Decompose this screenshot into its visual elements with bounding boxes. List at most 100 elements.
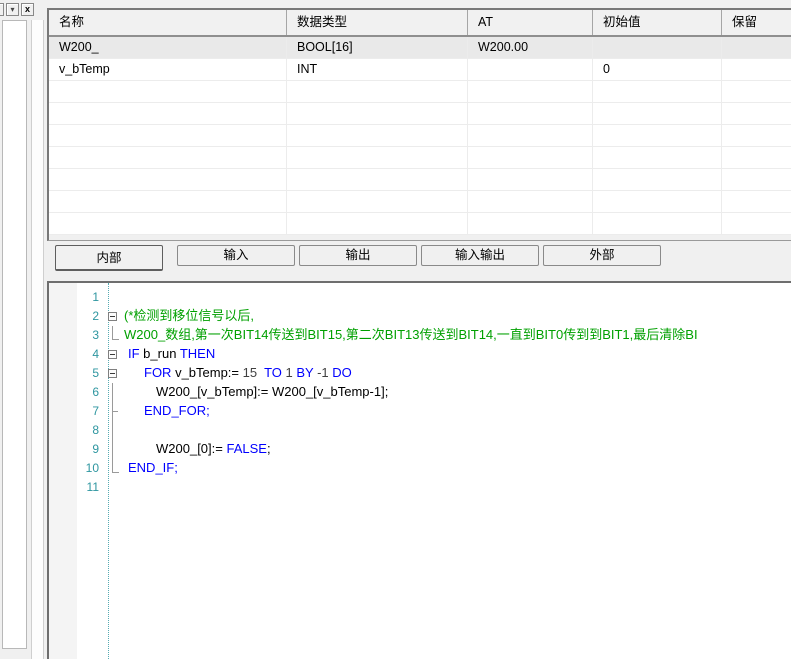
fold-margin (105, 307, 124, 326)
table-cell-type[interactable] (287, 103, 468, 125)
table-cell-init[interactable] (593, 213, 722, 235)
table-cell-at[interactable] (468, 103, 593, 125)
table-cell-name[interactable] (49, 103, 287, 125)
fold-collapse-icon[interactable] (108, 312, 117, 321)
fold-collapse-icon[interactable] (108, 369, 117, 378)
code-text[interactable]: IF b_run THEN (124, 345, 791, 364)
code-line[interactable]: 5FOR v_bTemp:= 15 TO 1 BY -1 DO (49, 364, 791, 383)
column-header-name[interactable]: 名称 (49, 10, 287, 35)
table-cell-init[interactable] (593, 37, 722, 59)
table-cell-init[interactable] (593, 169, 722, 191)
table-cell-init[interactable] (593, 103, 722, 125)
dropdown-arrow-icon[interactable]: ▾ (6, 3, 19, 16)
code-token-keyword: FALSE (226, 441, 266, 456)
table-cell-at[interactable]: W200.00 (468, 37, 593, 59)
code-line[interactable]: 6W200_[v_bTemp]:= W200_[v_bTemp-1]; (49, 383, 791, 402)
code-line[interactable]: 8 (49, 421, 791, 440)
table-row[interactable] (49, 103, 791, 125)
column-header-init[interactable]: 初始值 (593, 10, 722, 35)
code-text[interactable] (124, 288, 791, 307)
code-line[interactable]: 1 (49, 288, 791, 307)
table-cell-at[interactable] (468, 191, 593, 213)
code-token-keyword: FOR (144, 365, 175, 380)
column-header-retain[interactable]: 保留 (722, 10, 791, 35)
table-row[interactable] (49, 125, 791, 147)
table-row[interactable] (49, 169, 791, 191)
tab-section-3[interactable]: 输入输出 (421, 245, 539, 266)
table-cell-name[interactable] (49, 169, 287, 191)
code-line[interactable]: 2(*检测到移位信号以后, (49, 307, 791, 326)
code-line[interactable]: 11 (49, 478, 791, 497)
table-cell-at[interactable] (468, 169, 593, 191)
table-cell-at[interactable] (468, 81, 593, 103)
table-row[interactable]: v_bTempINT 0 (49, 59, 791, 81)
table-cell-at[interactable] (468, 213, 593, 235)
table-cell-at[interactable] (468, 125, 593, 147)
code-text[interactable]: W200_[v_bTemp]:= W200_[v_bTemp-1]; (124, 383, 791, 402)
table-cell-retain[interactable] (722, 103, 791, 125)
table-cell-retain[interactable] (722, 37, 791, 59)
table-cell-name[interactable] (49, 81, 287, 103)
table-cell-name[interactable] (49, 147, 287, 169)
code-text[interactable] (124, 421, 791, 440)
column-header-at[interactable]: AT (468, 10, 593, 35)
code-line[interactable]: 10END_IF; (49, 459, 791, 478)
table-cell-name[interactable]: v_bTemp (49, 59, 287, 81)
tab-section-0[interactable]: 内部 (55, 245, 163, 271)
code-line[interactable]: 3W200_数组,第一次BIT14传送到BIT15,第二次BIT13传送到BIT… (49, 326, 791, 345)
table-cell-type[interactable] (287, 81, 468, 103)
left-panel-scroll-track[interactable] (31, 20, 44, 659)
table-cell-type[interactable] (287, 125, 468, 147)
code-line[interactable]: 7END_FOR; (49, 402, 791, 421)
tab-section-2[interactable]: 输出 (299, 245, 417, 266)
table-cell-retain[interactable] (722, 125, 791, 147)
code-text[interactable] (124, 478, 791, 497)
table-row[interactable] (49, 81, 791, 103)
panel-pin-button[interactable] (0, 3, 4, 16)
table-cell-retain[interactable] (722, 81, 791, 103)
tab-section-4[interactable]: 外部 (543, 245, 661, 266)
table-cell-init[interactable]: 0 (593, 59, 722, 81)
table-cell-type[interactable] (287, 191, 468, 213)
table-cell-init[interactable] (593, 191, 722, 213)
table-cell-type[interactable]: BOOL[16] (287, 37, 468, 59)
code-line[interactable]: 9 W200_[0]:= FALSE; (49, 440, 791, 459)
table-cell-name[interactable] (49, 213, 287, 235)
table-cell-name[interactable] (49, 125, 287, 147)
column-header-type[interactable]: 数据类型 (287, 10, 468, 35)
table-cell-at[interactable] (468, 59, 593, 81)
table-cell-at[interactable] (468, 147, 593, 169)
st-code-editor[interactable]: 12(*检测到移位信号以后,3W200_数组,第一次BIT14传送到BIT15,… (47, 281, 791, 659)
table-cell-init[interactable] (593, 147, 722, 169)
table-cell-name[interactable] (49, 191, 287, 213)
code-token-plain: W200_[0]:= (156, 441, 226, 456)
table-cell-type[interactable]: INT (287, 59, 468, 81)
table-cell-retain[interactable] (722, 59, 791, 81)
line-number: 9 (49, 440, 105, 459)
table-cell-name[interactable]: W200_ (49, 37, 287, 59)
code-line[interactable]: 4IF b_run THEN (49, 345, 791, 364)
code-text[interactable]: W200_数组,第一次BIT14传送到BIT15,第二次BIT13传送到BIT1… (124, 326, 791, 345)
table-cell-retain[interactable] (722, 147, 791, 169)
tab-section-1[interactable]: 输入 (177, 245, 295, 266)
code-text[interactable]: FOR v_bTemp:= 15 TO 1 BY -1 DO (124, 364, 791, 383)
close-icon[interactable]: x (21, 3, 34, 16)
code-text[interactable]: END_IF; (124, 459, 791, 478)
code-text[interactable]: W200_[0]:= FALSE; (124, 440, 791, 459)
table-cell-retain[interactable] (722, 169, 791, 191)
table-row[interactable] (49, 213, 791, 235)
code-text[interactable]: (*检测到移位信号以后, (124, 307, 791, 326)
table-cell-init[interactable] (593, 125, 722, 147)
table-cell-retain[interactable] (722, 191, 791, 213)
table-row[interactable] (49, 147, 791, 169)
table-cell-retain[interactable] (722, 213, 791, 235)
fold-collapse-icon[interactable] (108, 350, 117, 359)
table-row[interactable]: W200_BOOL[16]W200.00 (49, 37, 791, 59)
table-cell-type[interactable] (287, 213, 468, 235)
table-row[interactable] (49, 191, 791, 213)
table-cell-init[interactable] (593, 81, 722, 103)
variable-section-tabs: 内部输入输出输入输出外部 (55, 245, 665, 271)
table-cell-type[interactable] (287, 169, 468, 191)
code-text[interactable]: END_FOR; (124, 402, 791, 421)
table-cell-type[interactable] (287, 147, 468, 169)
